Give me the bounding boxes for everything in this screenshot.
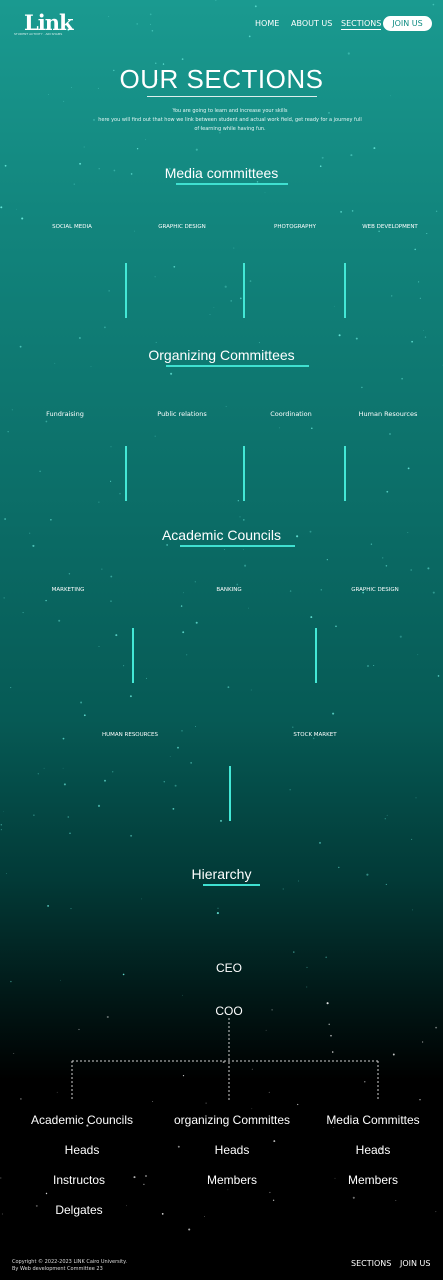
hierarchy-organizing-row: Heads [214,1143,250,1157]
credit-text: By Web development Committee 23 [12,1266,103,1272]
hierarchy-media-row: Members [347,1173,398,1187]
footer-sections-link[interactable]: SECTIONS [351,1259,391,1268]
hierarchy-academic-row: Instructos [52,1173,106,1187]
hierarchy-academic-title: Academic Councils [30,1113,134,1127]
hierarchy-connectors [71,1018,379,1100]
hierarchy-media-title: Media Committes [326,1113,420,1127]
hierarchy-academic-row: Delgates [55,1203,103,1217]
hierarchy-organizing-row: Members [206,1173,257,1187]
copyright-text: Copyright © 2022-2023 LINK Cairo Univers… [12,1259,127,1265]
hierarchy-organizing-title: organizing Committes [173,1113,291,1127]
footer-join-link[interactable]: JOIN US [400,1259,430,1268]
hierarchy-academic-row: Heads [64,1143,100,1157]
hierarchy-media-row: Heads [355,1143,391,1157]
footer-copyright: Copyright © 2022-2023 LINK Cairo Univers… [12,1259,127,1273]
